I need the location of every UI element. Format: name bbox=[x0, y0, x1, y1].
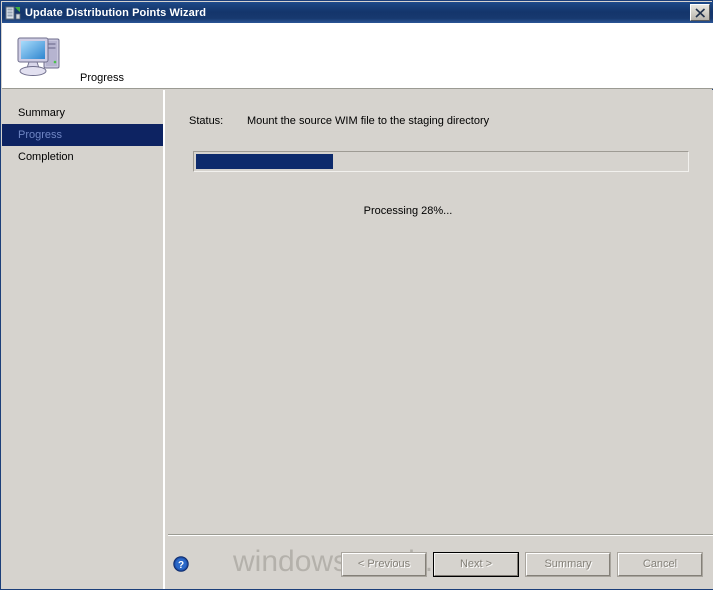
status-row: Status: Mount the source WIM file to the… bbox=[189, 115, 689, 127]
sidebar-list: Summary Progress Completion bbox=[2, 90, 163, 168]
help-question-icon[interactable]: ? bbox=[173, 556, 189, 572]
sidebar-item-label: Completion bbox=[18, 151, 74, 163]
sidebar-item-label: Summary bbox=[18, 107, 66, 119]
svg-text:?: ? bbox=[178, 560, 184, 571]
computer-icon bbox=[14, 31, 68, 81]
cancel-button[interactable]: Cancel bbox=[617, 551, 703, 577]
sidebar-item-label: Progress bbox=[18, 129, 63, 141]
cancel-button-label: Cancel bbox=[642, 557, 678, 570]
wizard-button-row: < Previous Next > Summary Cancel bbox=[341, 551, 707, 577]
status-value: Mount the source WIM file to the staging… bbox=[247, 115, 490, 127]
footer-separator bbox=[168, 534, 713, 536]
wizard-dialog: Update Distribution Points Wizard Progre… bbox=[0, 0, 713, 590]
title-bar[interactable]: Update Distribution Points Wizard bbox=[2, 2, 713, 23]
wizard-header: Progress bbox=[2, 23, 713, 89]
content-pane: Status: Mount the source WIM file to the… bbox=[168, 90, 713, 589]
sidebar-item-summary[interactable]: Summary bbox=[2, 102, 163, 124]
wizard-computer-icon bbox=[5, 5, 21, 21]
sidebar-item-completion[interactable]: Completion bbox=[2, 146, 163, 168]
summary-button-label: Summary bbox=[544, 557, 592, 570]
progress-bar-fill bbox=[196, 154, 334, 169]
page-title: Progress bbox=[80, 72, 125, 84]
window-title: Update Distribution Points Wizard bbox=[25, 6, 207, 19]
close-icon[interactable] bbox=[690, 4, 710, 21]
sidebar-item-progress[interactable]: Progress bbox=[2, 124, 163, 146]
previous-button[interactable]: < Previous bbox=[341, 551, 427, 577]
next-button[interactable]: Next > bbox=[433, 551, 519, 577]
next-button-label: Next > bbox=[459, 557, 493, 570]
wizard-step-sidebar: Summary Progress Completion bbox=[2, 90, 164, 589]
previous-button-label: < Previous bbox=[357, 557, 411, 570]
progress-caption: Processing 28%... bbox=[363, 205, 453, 217]
status-label: Status: bbox=[189, 115, 224, 127]
progress-bar bbox=[193, 151, 689, 172]
summary-button[interactable]: Summary bbox=[525, 551, 611, 577]
